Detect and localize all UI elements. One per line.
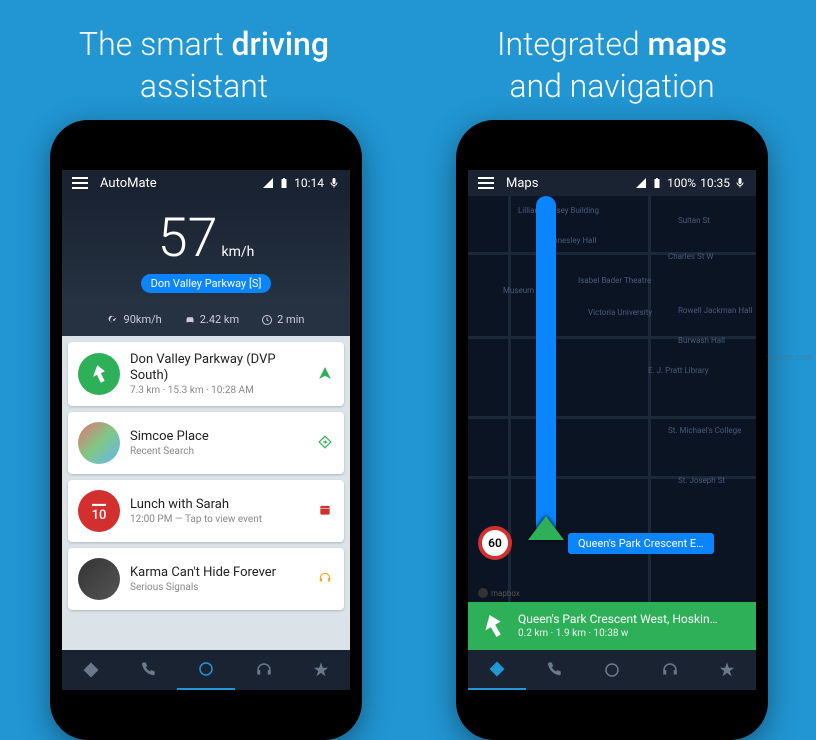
card-title: Lunch with Sarah (130, 497, 308, 513)
card-sub: 7.3 km · 15.3 km · 10:28 AM (130, 385, 308, 396)
headline-strong: maps (647, 25, 727, 63)
card-place[interactable]: Simcoe PlaceRecent Search (68, 412, 344, 474)
map-poi-label: Museum (503, 286, 534, 295)
nav-media[interactable] (641, 650, 699, 690)
directions-icon[interactable] (318, 434, 334, 453)
nav-apps[interactable] (583, 650, 641, 690)
nav-phone[interactable] (526, 650, 584, 690)
road-chip[interactable]: Don Valley Parkway [S] (141, 274, 272, 293)
card-sub: 12:00 PM — Tap to view event (130, 514, 308, 525)
card-calendar[interactable]: ▬▬10 Lunch with Sarah12:00 PM — Tap to v… (68, 480, 344, 542)
card-list[interactable]: Don Valley Parkway (DVP South) 7.3 km · 1… (62, 336, 350, 690)
map-poi-label: Victoria University (588, 308, 652, 317)
nav-drive[interactable] (62, 650, 120, 690)
nav-favorites[interactable] (698, 650, 756, 690)
nav-favorites[interactable] (292, 650, 350, 690)
nav-apps[interactable] (177, 650, 235, 690)
route-line (536, 196, 556, 535)
map-poi-label: Charles St W (668, 252, 713, 261)
mapbox-attribution: mapbox (478, 588, 520, 598)
card-title: Simcoe Place (130, 429, 308, 445)
headline-strong: driving (231, 25, 328, 63)
headline-text: The smart (79, 25, 231, 63)
album-art-icon (78, 558, 120, 600)
map-poi-label: E. J. Pratt Library (648, 366, 709, 375)
map-poi-label: Rowell Jackman Hall (678, 306, 752, 315)
bottom-nav (62, 650, 350, 690)
current-position-icon (528, 516, 564, 540)
watermark: wsxdn.com (767, 353, 813, 363)
headline-text: assistant (140, 67, 268, 105)
card-navigation[interactable]: Don Valley Parkway (DVP South) 7.3 km · 1… (68, 342, 344, 406)
status-time: 10:14 (294, 176, 324, 190)
nav-media[interactable] (235, 650, 293, 690)
turn-left-icon (78, 353, 120, 395)
statusbar: Maps 100% 10:35 (468, 170, 756, 196)
app-title: AutoMate (100, 176, 157, 191)
card-sub: Serious Signals (130, 582, 308, 593)
map-poi-label: Lillian Massey Building (518, 206, 599, 215)
card-title: Don Valley Parkway (DVP South) (130, 352, 308, 383)
card-sub: Recent Search (130, 446, 308, 457)
app-title: Maps (506, 176, 538, 191)
stat-distance: 2.42 km (184, 313, 239, 326)
gauge-icon (108, 314, 120, 326)
turn-left-icon (478, 611, 508, 641)
statusbar: AutoMate 10:14 (62, 170, 350, 196)
calendar-icon: ▬▬10 (78, 490, 120, 532)
card-title: Karma Can't Hide Forever (130, 565, 308, 581)
street-chip[interactable]: Queen's Park Crescent E… (568, 533, 714, 554)
phone-frame-left: AutoMate 10:14 57km/h Don Valley Parkway… (50, 120, 362, 740)
turn-panel[interactable]: Queen's Park Crescent West, Hoskin… 0.2 … (468, 602, 756, 650)
speed-value: 57 (158, 207, 218, 270)
speed-unit: km/h (222, 244, 255, 260)
stat-time: 2 min (261, 313, 304, 326)
bottom-nav (468, 650, 756, 690)
nav-phone[interactable] (120, 650, 178, 690)
phone-frame-right: Maps 100% 10:35 Lillian Massey BuildingA… (456, 120, 768, 740)
turn-street: Queen's Park Crescent West, Hoskin… (518, 613, 718, 626)
nav-drive[interactable] (468, 650, 526, 690)
turn-meta: 0.2 km · 1.9 km · 10:38 w (518, 628, 718, 639)
car-icon (184, 314, 196, 326)
headline-text: Integrated (497, 25, 647, 63)
status-battery: 100% (667, 176, 696, 190)
map-poi-label: St. Michael's College (668, 426, 741, 435)
menu-icon[interactable] (478, 177, 494, 189)
mic-icon[interactable] (734, 177, 746, 189)
headline-right: Integrated maps and navigation (408, 24, 816, 107)
status-icons: 10:14 (262, 176, 340, 190)
status-time: 10:35 (700, 176, 730, 190)
map-poi-label: St. Joseph St (678, 476, 725, 485)
battery-icon (278, 177, 290, 189)
battery-icon (651, 177, 663, 189)
stat-avgspeed: 90km/h (108, 313, 162, 326)
place-icon (78, 422, 120, 464)
headline-text: and navigation (509, 67, 714, 105)
card-music[interactable]: Karma Can't Hide ForeverSerious Signals (68, 548, 344, 610)
screen-left: AutoMate 10:14 57km/h Don Valley Parkway… (62, 170, 350, 690)
calendar-action-icon[interactable] (318, 502, 334, 521)
map-area[interactable]: Lillian Massey BuildingAnnesley HallSult… (468, 196, 756, 650)
mic-icon[interactable] (328, 177, 340, 189)
trip-stats: 90km/h 2.42 km 2 min (62, 303, 350, 336)
speed-display: 57km/h Don Valley Parkway [S] (62, 196, 350, 303)
signal-icon (635, 177, 647, 189)
signal-icon (262, 177, 274, 189)
map-poi-label: Burwash Hall (678, 336, 725, 345)
clock-icon (261, 314, 273, 326)
screen-right: Maps 100% 10:35 Lillian Massey BuildingA… (468, 170, 756, 690)
headphones-icon[interactable] (318, 570, 334, 589)
headline-left: The smart driving assistant (0, 24, 408, 107)
map-poi-label: Isabel Bader Theatre (578, 276, 651, 285)
status-icons: 100% 10:35 (635, 176, 746, 190)
speed-limit-sign: 60 (478, 526, 512, 560)
menu-icon[interactable] (72, 177, 88, 189)
nav-action-icon[interactable] (318, 365, 334, 384)
map-poi-label: Sultan St (678, 216, 710, 225)
